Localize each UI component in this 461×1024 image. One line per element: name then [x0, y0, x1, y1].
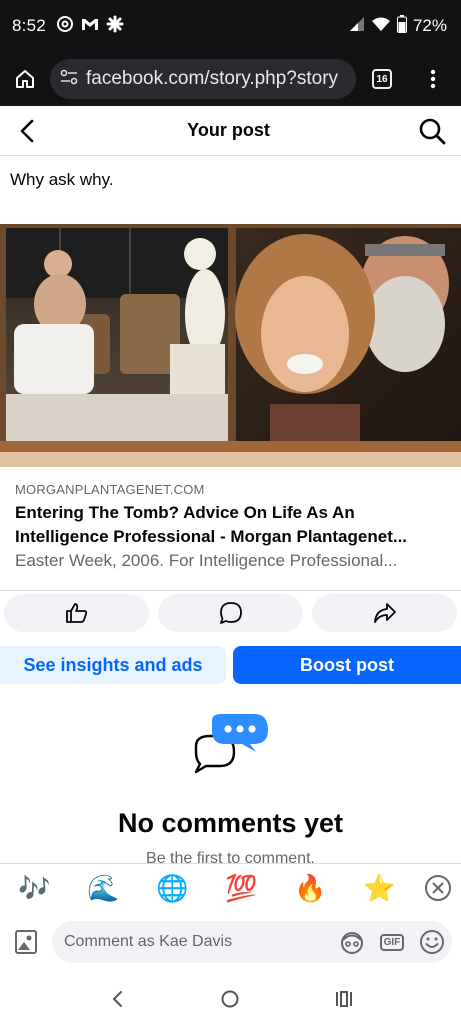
url-text: facebook.com/story.php?story — [86, 68, 339, 89]
link-title-line-2: Intelligence Professional - Morgan Plant… — [15, 527, 408, 546]
comment-button[interactable] — [158, 594, 303, 632]
post-action-row — [0, 594, 461, 634]
link-preview-image[interactable] — [0, 224, 461, 467]
link-preview-meta[interactable]: MORGANPLANTAGENET.COM Entering The Tomb?… — [0, 467, 461, 591]
nav-back-icon — [112, 990, 122, 1007]
status-notification-icons — [56, 15, 124, 38]
gmail-icon — [80, 16, 100, 37]
page-title: Your post — [187, 120, 270, 140]
chevron-left-icon — [20, 119, 34, 142]
close-circle-icon — [425, 874, 451, 901]
battery-percent: 72% — [412, 16, 447, 35]
nav-home-button[interactable] — [210, 979, 250, 1019]
link-description: Easter Week, 2006. For Intelligence Prof… — [15, 551, 398, 570]
smiley-icon — [420, 930, 444, 954]
nav-home-icon — [221, 990, 239, 1007]
post-text: Why ask why. — [10, 170, 114, 189]
browser-home-button[interactable] — [0, 52, 50, 106]
browser-toolbar: facebook.com/story.php?story 16 — [0, 52, 461, 106]
search-icon — [419, 118, 446, 144]
search-button[interactable] — [403, 106, 461, 156]
status-time: 8:52 — [12, 16, 46, 35]
no-comments-subtitle: Be the first to comment. — [146, 850, 315, 864]
share-arrow-icon — [373, 603, 396, 623]
battery-icon — [396, 14, 407, 38]
add-photo-button[interactable] — [0, 911, 52, 973]
link-domain: MORGANPLANTAGENET.COM — [15, 482, 205, 497]
tab-count: 16 — [372, 69, 392, 89]
threads-icon — [56, 15, 74, 38]
gif-label: GIF — [379, 933, 405, 951]
status-system-icons: 72% — [349, 14, 447, 38]
emoji-star[interactable]: ⭐ — [345, 864, 414, 912]
emoji-globe[interactable]: 🌐 — [138, 864, 207, 912]
boost-post-button[interactable]: Boost post — [233, 646, 461, 684]
chat-bubbles-icon — [190, 712, 272, 776]
see-insights-button[interactable]: See insights and ads — [0, 646, 226, 684]
comment-composer: Comment as Kae Davis GIF — [0, 911, 461, 973]
home-icon — [16, 70, 34, 88]
wifi-icon — [371, 16, 391, 37]
thumbs-up-icon — [65, 603, 87, 623]
site-settings-icon[interactable] — [60, 69, 78, 90]
no-comments-title: No comments yet — [117, 808, 344, 838]
comment-bubble-icon — [219, 602, 242, 624]
signal-icon — [349, 16, 365, 37]
emoji-music-notes[interactable]: 🎶 — [0, 864, 69, 912]
more-vertical-icon — [430, 69, 436, 89]
nav-recents-button[interactable] — [324, 979, 364, 1019]
link-title: Entering The Tomb? Advice On Life As An … — [15, 501, 446, 549]
browser-menu-button[interactable] — [408, 52, 458, 106]
link-title-line-1: Entering The Tomb? Advice On Life As An — [15, 503, 355, 522]
status-bar: 8:52 72% — [0, 0, 461, 52]
pinwheel-icon — [106, 15, 124, 38]
gif-button[interactable]: GIF — [372, 921, 412, 963]
comment-input[interactable]: Comment as Kae Davis GIF — [52, 921, 452, 963]
nav-recents-icon — [336, 990, 353, 1007]
emoji-picker-button[interactable] — [412, 921, 452, 963]
quick-emoji-bar: 🎶 🌊 🌐 💯 🔥 ⭐ — [0, 863, 461, 911]
avatar-sticker-icon — [341, 932, 363, 954]
share-button[interactable] — [312, 594, 457, 632]
avatar-sticker-button[interactable] — [332, 921, 372, 963]
image-icon — [15, 930, 37, 954]
like-button[interactable] — [4, 594, 149, 632]
emoji-wave[interactable]: 🌊 — [69, 864, 138, 912]
address-bar[interactable]: facebook.com/story.php?story — [50, 59, 356, 99]
comment-placeholder: Comment as Kae Davis — [64, 933, 233, 950]
back-button[interactable] — [0, 106, 54, 156]
close-emoji-bar-button[interactable] — [415, 864, 461, 912]
emoji-fire[interactable]: 🔥 — [276, 864, 345, 912]
emoji-hundred[interactable]: 💯 — [207, 864, 276, 912]
page-header: Your post — [0, 106, 461, 156]
nav-back-button[interactable] — [97, 979, 137, 1019]
system-nav-bar — [0, 973, 461, 1024]
tab-switcher-button[interactable]: 16 — [356, 52, 408, 106]
